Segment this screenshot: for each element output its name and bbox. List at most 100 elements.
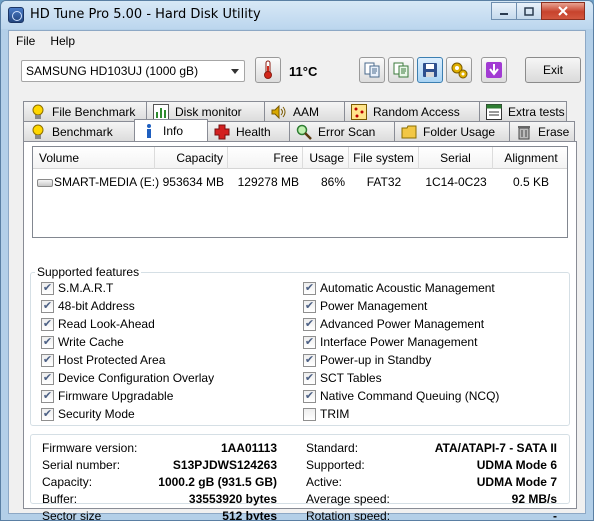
chevron-down-icon	[231, 69, 239, 74]
menu-help[interactable]: Help	[43, 31, 83, 51]
feature-label: Power Management	[320, 299, 428, 313]
save-button[interactable]	[417, 57, 443, 83]
temperature-readout: 11°C	[289, 64, 318, 79]
checkbox-checked-icon[interactable]: ✔	[41, 299, 54, 313]
checkbox-checked-icon[interactable]: ✔	[303, 389, 316, 403]
feature-host-protected-area[interactable]: ✔ Host Protected Area	[41, 352, 165, 368]
options-button[interactable]	[446, 57, 472, 83]
feature-native-command-queuing-ncq[interactable]: ✔ Native Command Queuing (NCQ)	[303, 388, 499, 404]
tab-error-scan[interactable]: Error Scan	[289, 121, 395, 141]
feature-label: SCT Tables	[320, 371, 382, 385]
feature-trim[interactable]: TRIM	[303, 406, 349, 422]
checkbox-checked-icon[interactable]: ✔	[303, 371, 316, 385]
cell-alignment: 0.5 KB	[512, 175, 550, 189]
column-header-alignment[interactable]: Alignment	[493, 147, 569, 169]
checkbox-checked-icon[interactable]: ✔	[41, 335, 54, 349]
feature-security-mode[interactable]: ✔ Security Mode	[41, 406, 135, 422]
maximize-button[interactable]	[516, 2, 542, 20]
feature-label: Firmware Upgradable	[58, 389, 174, 403]
checkbox-checked-icon[interactable]: ✔	[303, 335, 316, 349]
temperature-button[interactable]	[255, 57, 281, 83]
lightbulb-icon	[30, 124, 46, 140]
tab-random-access[interactable]: Random Access	[344, 101, 480, 121]
supported-features-group: Supported features ✔ S.M.A.R.T ✔ 48-bit Add…	[30, 265, 570, 426]
info-panel: Volume Capacity Free Usage File system S…	[23, 141, 577, 520]
drive-select-value: SAMSUNG HD103UJ (1000 gB)	[26, 64, 199, 78]
column-header-usage[interactable]: Usage	[303, 147, 349, 169]
tab-health[interactable]: Health	[207, 121, 290, 141]
minimize-button[interactable]	[491, 2, 517, 20]
checkbox-checked-icon[interactable]: ✔	[41, 281, 54, 295]
client-area: File Help SAMSUNG HD103UJ (1000 gB) 11°C	[8, 30, 586, 520]
info-label-firmware-version: Firmware version:	[42, 441, 138, 455]
feature-power-management[interactable]: ✔ Power Management	[303, 298, 427, 314]
tab-aam[interactable]: AAM	[264, 101, 345, 121]
checkbox-checked-icon[interactable]: ✔	[303, 317, 316, 331]
tab-erase[interactable]: Erase	[509, 121, 575, 141]
feature-label: Write Cache	[58, 335, 124, 349]
tab-benchmark[interactable]: Benchmark	[23, 121, 135, 141]
tab-info[interactable]: Info	[134, 119, 208, 141]
feature-automatic-acoustic-management[interactable]: ✔ Automatic Acoustic Management	[303, 280, 495, 296]
checkbox-checked-icon[interactable]: ✔	[41, 317, 54, 331]
column-header-free[interactable]: Free	[228, 147, 303, 169]
info-label-capacity: Capacity:	[42, 475, 93, 489]
exit-button[interactable]: Exit	[525, 57, 581, 83]
feature-48-bit-address[interactable]: ✔ 48-bit Address	[41, 298, 135, 314]
drive-select[interactable]: SAMSUNG HD103UJ (1000 gB)	[21, 60, 245, 82]
checkbox-unchecked-icon[interactable]	[303, 407, 316, 421]
table-row[interactable]: SMART-MEDIA (E:) 953634 MB 129278 MB 86%…	[33, 173, 567, 191]
tab-row-2: Benchmark Info Health Error Scan Folder …	[23, 119, 575, 141]
checkbox-checked-icon[interactable]: ✔	[41, 371, 54, 385]
feature-device-configuration-overlay[interactable]: ✔ Device Configuration Overlay	[41, 370, 214, 386]
copy-button[interactable]	[359, 57, 385, 83]
drive-icon	[37, 178, 53, 187]
tab-label: Erase	[538, 124, 570, 139]
feature-s-m-a-r-t[interactable]: ✔ S.M.A.R.T	[41, 280, 113, 296]
checkbox-checked-icon[interactable]: ✔	[303, 299, 316, 313]
column-header-serial[interactable]: Serial	[419, 147, 493, 169]
info-label-average-speed: Average speed:	[306, 492, 390, 506]
tab-folder-usage[interactable]: Folder Usage	[394, 121, 510, 141]
volume-table[interactable]: Volume Capacity Free Usage File system S…	[32, 146, 568, 238]
checkbox-checked-icon[interactable]: ✔	[41, 407, 54, 421]
menu-file[interactable]: File	[9, 31, 43, 51]
info-label-rotation-speed: Rotation speed:	[306, 509, 391, 521]
checkbox-checked-icon[interactable]: ✔	[41, 353, 54, 367]
tab-label: Random Access	[373, 104, 460, 119]
info-value-buffer: 33553920 bytes	[188, 492, 277, 506]
checkbox-checked-icon[interactable]: ✔	[303, 281, 316, 295]
maximize-icon	[524, 6, 534, 16]
cell-volume: SMART-MEDIA (E:)	[37, 175, 159, 189]
feature-firmware-upgradable[interactable]: ✔ Firmware Upgradable	[41, 388, 173, 404]
title-bar[interactable]: HD Tune Pro 5.00 - Hard Disk Utility	[1, 1, 593, 29]
info-value-capacity: 1000.2 gB (931.5 GB)	[158, 475, 277, 489]
copy-all-button[interactable]	[388, 57, 414, 83]
checkbox-checked-icon[interactable]: ✔	[41, 389, 54, 403]
checkbox-checked-icon[interactable]: ✔	[303, 353, 316, 367]
feature-read-look-ahead[interactable]: ✔ Read Look-Ahead	[41, 316, 155, 332]
tab-label: Disk monitor	[175, 104, 242, 119]
feature-label: Automatic Acoustic Management	[320, 281, 495, 295]
feature-interface-power-management[interactable]: ✔ Interface Power Management	[303, 334, 477, 350]
tab-disk-monitor[interactable]: Disk monitor	[146, 101, 265, 121]
tab-extra-tests[interactable]: Extra tests	[479, 101, 567, 121]
copy-icon	[364, 62, 380, 78]
volume-table-header: Volume Capacity Free Usage File system S…	[33, 147, 567, 169]
column-header-file-system[interactable]: File system	[349, 147, 419, 169]
thermometer-icon	[264, 60, 272, 79]
feature-label: Read Look-Ahead	[58, 317, 155, 331]
tab-file-benchmark[interactable]: File Benchmark	[23, 101, 147, 121]
feature-advanced-power-management[interactable]: ✔ Advanced Power Management	[303, 316, 484, 332]
download-button[interactable]	[481, 57, 507, 83]
magnifier-icon	[296, 124, 312, 140]
info-value-rotation-speed: -	[553, 509, 557, 521]
column-header-volume[interactable]: Volume	[33, 147, 155, 169]
feature-sct-tables[interactable]: ✔ SCT Tables	[303, 370, 382, 386]
cell-serial: 1C14-0C23	[425, 175, 487, 189]
close-button[interactable]	[541, 2, 585, 20]
column-header-capacity[interactable]: Capacity	[155, 147, 228, 169]
app-logo-icon	[8, 7, 24, 23]
feature-write-cache[interactable]: ✔ Write Cache	[41, 334, 124, 350]
feature-power-up-in-standby[interactable]: ✔ Power-up in Standby	[303, 352, 431, 368]
